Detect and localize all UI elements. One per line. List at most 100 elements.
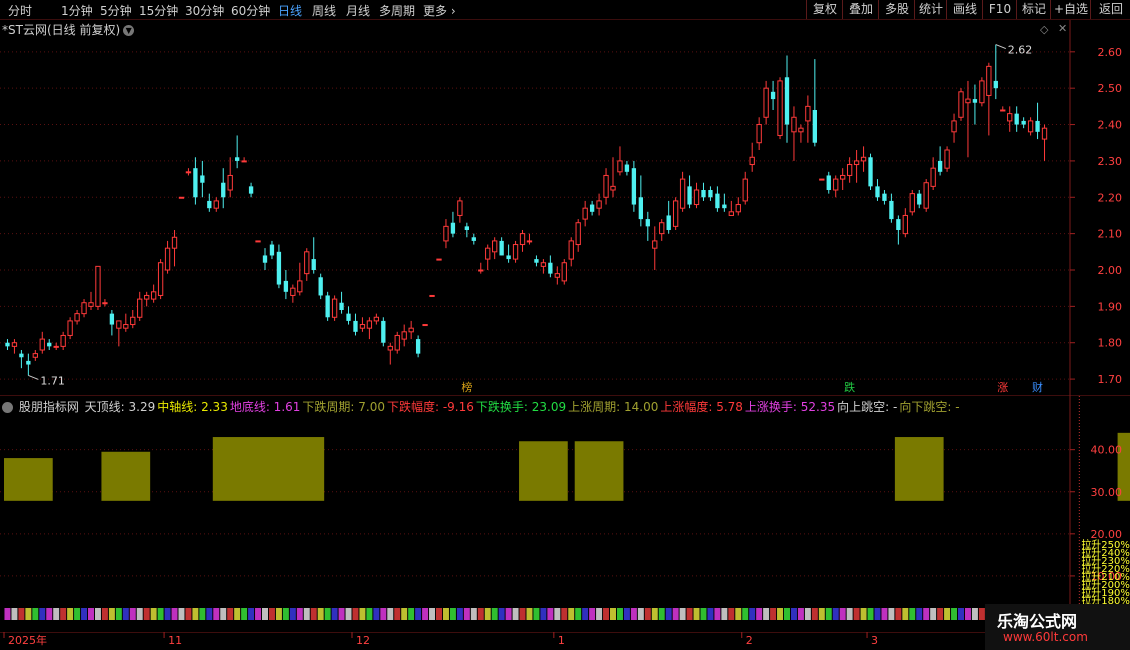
signal-strip-cell <box>971 608 978 620</box>
candle-body <box>401 331 407 340</box>
signal-strip-cell <box>268 608 275 620</box>
candle-body <box>144 294 150 300</box>
signal-strip-cell <box>853 608 860 620</box>
signal-strip-cell <box>262 608 268 620</box>
candle-body <box>436 258 442 261</box>
candle-body <box>735 204 741 213</box>
candle-body <box>749 156 755 166</box>
signal-strip-cell <box>825 608 832 620</box>
signal-strip-cell <box>429 608 436 620</box>
signal-strip-cell <box>143 608 150 620</box>
price-tick-label: 1.90 <box>1098 300 1123 313</box>
signal-strip-cell <box>150 608 157 620</box>
signal-strip-cell <box>672 608 679 620</box>
signal-strip-cell <box>46 608 53 620</box>
signal-strip-cell <box>547 608 554 620</box>
indicator-chart[interactable]: 40.0030.0020.0010.00 拉升250%拉升240%拉升230%拉… <box>0 396 1130 632</box>
signal-strip-cell <box>644 608 651 620</box>
signal-strip-cell <box>658 608 665 620</box>
candle-body <box>39 338 45 351</box>
candle-body <box>171 236 178 249</box>
signal-strip-cell <box>275 608 282 620</box>
candle-body <box>917 193 922 205</box>
signal-strip-cell <box>937 608 944 620</box>
candle-body <box>972 99 978 103</box>
signal-strip-cell <box>157 608 164 620</box>
candle-body <box>645 219 650 227</box>
signal-strip-cell <box>324 608 331 620</box>
candle-body <box>791 116 797 133</box>
signal-strip-cell <box>554 608 561 620</box>
signal-strip-cell <box>964 608 971 620</box>
candle-body <box>589 204 595 212</box>
signal-strip-cell <box>442 608 449 620</box>
signal-strip-cell <box>930 608 937 620</box>
candle-body <box>478 269 484 272</box>
candle-body <box>297 280 303 293</box>
candle-body <box>311 259 316 270</box>
signal-strip-cell <box>686 608 693 620</box>
candle-body <box>102 302 108 305</box>
candle-body <box>805 105 811 122</box>
signal-strip-cell <box>860 608 867 620</box>
candle-body <box>666 215 671 230</box>
candle-body <box>1000 109 1006 112</box>
signal-strip-cell <box>874 608 881 620</box>
signal-strip-cell <box>255 608 262 620</box>
signal-strip-cell <box>122 608 129 620</box>
signal-strip-cell <box>220 608 227 620</box>
candle-body <box>499 240 504 256</box>
candle-body <box>366 320 373 329</box>
event-marker: 跌 <box>844 380 855 394</box>
candle-body <box>944 149 950 169</box>
candle-body <box>526 240 533 243</box>
time-label: 12 <box>356 634 370 647</box>
signal-strip-cell <box>603 608 610 620</box>
candle-body <box>923 182 929 209</box>
price-tick-label: 2.40 <box>1098 119 1123 132</box>
candle-body <box>109 313 115 325</box>
signal-strip-cell <box>568 608 575 620</box>
price-tick-label: 2.60 <box>1098 46 1123 59</box>
candle-body <box>770 91 776 100</box>
signal-strip-cell <box>742 608 749 620</box>
candle-body <box>561 262 567 282</box>
candle-body <box>756 124 762 144</box>
candle-body <box>443 225 449 242</box>
time-label: 3 <box>871 634 878 647</box>
candle-body <box>137 298 143 318</box>
signal-strip-cell <box>4 608 11 620</box>
candle-body <box>290 287 296 296</box>
candle-body <box>624 164 630 172</box>
signal-strip-cell <box>909 608 916 620</box>
signal-strip-cell <box>978 608 985 620</box>
signal-strip-cell <box>846 608 853 620</box>
candle-body <box>798 127 804 133</box>
signal-strip-cell <box>589 608 596 620</box>
signal-strip-cell <box>81 608 88 620</box>
candle-body <box>408 327 414 333</box>
signal-strip-cell <box>944 608 951 620</box>
candlestick-chart[interactable]: 2.60 2.50 2.40 2.30 2.20 2.10 2.00 1.90 1.80 1.70… <box>0 0 1130 396</box>
signal-strip-cell <box>756 608 763 620</box>
candle-body <box>715 193 720 209</box>
signal-strip-cell <box>818 608 825 620</box>
signal-strip-cell <box>178 608 185 620</box>
signal-strip-cell <box>679 608 686 620</box>
signal-strip-cell <box>463 608 470 620</box>
signal-strip-cell <box>797 608 804 620</box>
candle-body <box>318 277 323 296</box>
price-tick-label: 2.20 <box>1098 191 1123 204</box>
signal-strip-cell <box>610 608 616 620</box>
candle-body <box>506 255 511 260</box>
candle-body <box>88 302 94 307</box>
signal-strip-cell <box>422 608 429 620</box>
signal-strip-cell <box>714 608 721 620</box>
candle-body <box>1041 127 1048 140</box>
signal-strip-cell <box>234 608 241 620</box>
signal-strip-cell <box>317 608 324 620</box>
signal-strip-cell <box>380 608 387 620</box>
signal-strip-cell <box>881 608 888 620</box>
candle-body <box>359 324 366 329</box>
candle-body <box>346 313 351 321</box>
